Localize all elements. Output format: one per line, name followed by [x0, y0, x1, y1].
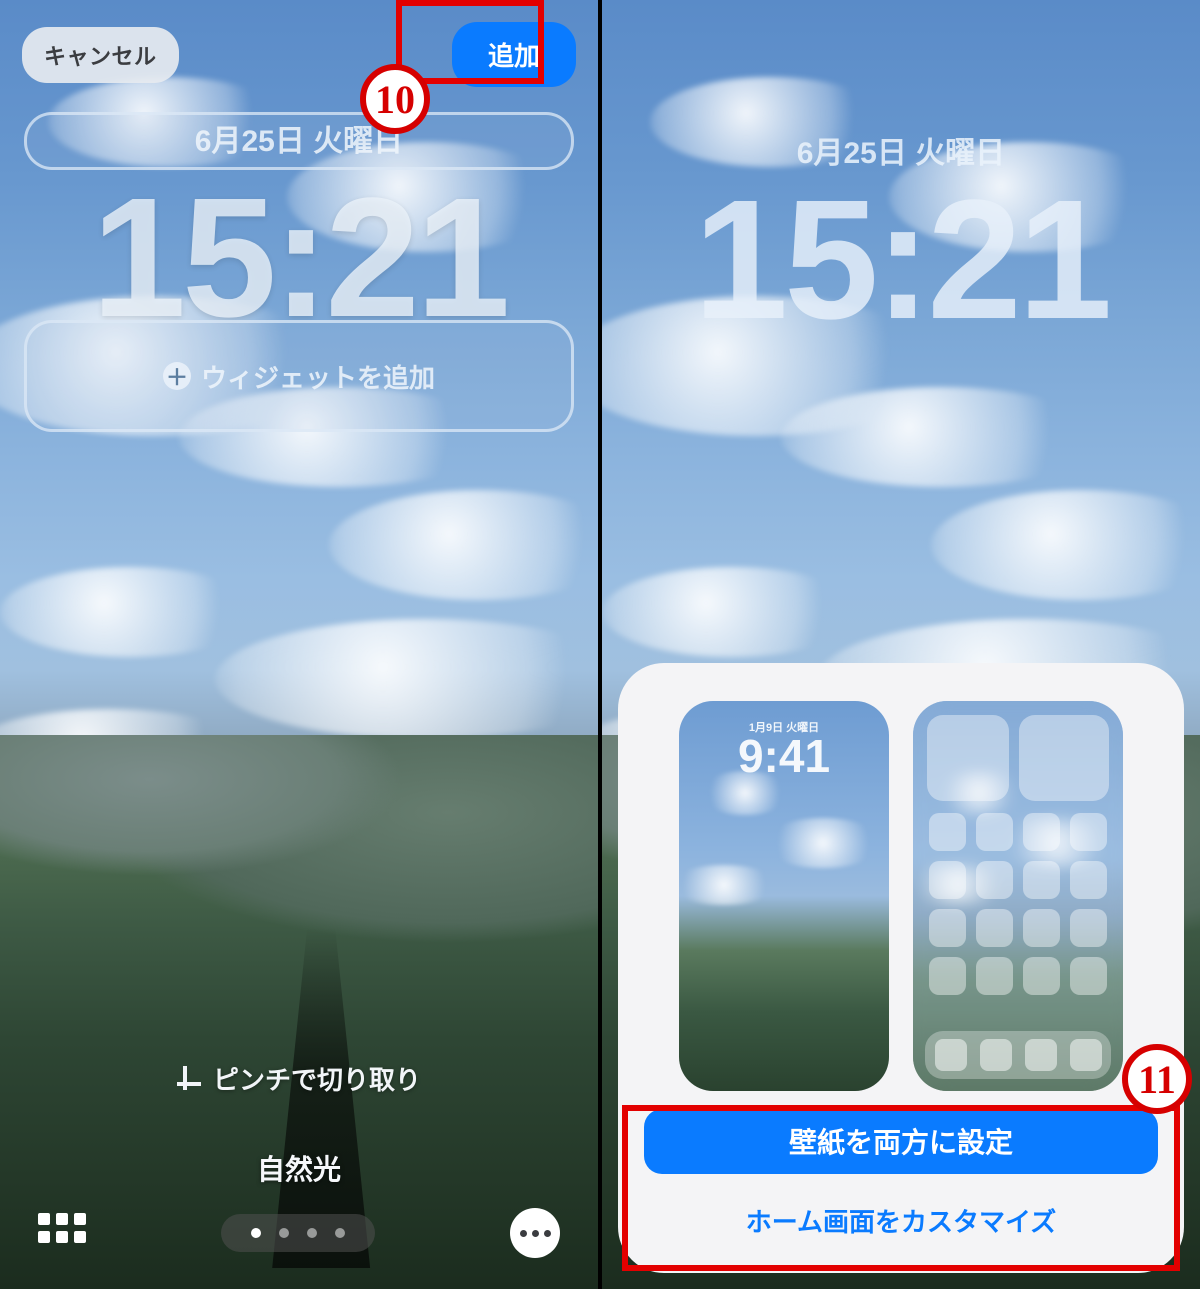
pinch-crop-hint: ピンチで切り取り: [0, 1060, 598, 1097]
set-both-button[interactable]: 壁紙を両方に設定: [644, 1109, 1158, 1174]
action-sheet: 1月9日 火曜日 9:41 壁紙を両方に設定 ホーム画面をカスタマイズ: [618, 663, 1184, 1273]
lockscreen-edit-phone: キャンセル 追加 6月25日 火曜日 15:21 ＋ ウィジェットを追加 ピンチ…: [0, 0, 598, 1289]
pinch-crop-label: ピンチで切り取り: [213, 1060, 421, 1097]
more-button[interactable]: [510, 1208, 560, 1258]
clock-display: 15:21: [602, 162, 1200, 358]
homescreen-preview[interactable]: [913, 701, 1123, 1091]
add-widget-label: ウィジェットを追加: [201, 358, 435, 395]
topbar: キャンセル 追加: [0, 22, 598, 87]
photo-grid-button[interactable]: [38, 1213, 86, 1253]
preview-time: 9:41: [679, 729, 889, 783]
add-button[interactable]: 追加: [452, 22, 576, 87]
crop-icon: [177, 1066, 203, 1092]
cancel-button[interactable]: キャンセル: [22, 27, 179, 83]
customize-home-button[interactable]: ホーム画面をカスタマイズ: [644, 1192, 1158, 1249]
filter-page-indicator[interactable]: [221, 1214, 375, 1252]
lockscreen-preview[interactable]: 1月9日 火曜日 9:41: [679, 701, 889, 1091]
wallpaper-confirm-phone: 6月25日 火曜日 15:21 1月9日 火曜日 9:41: [602, 0, 1200, 1289]
add-widget-slot[interactable]: ＋ ウィジェットを追加: [24, 320, 574, 432]
wallpaper-previews: 1月9日 火曜日 9:41: [679, 701, 1123, 1091]
filter-name-label: 自然光: [0, 1148, 598, 1188]
plus-circle-icon: ＋: [163, 362, 191, 390]
bottombar: [0, 1201, 598, 1265]
